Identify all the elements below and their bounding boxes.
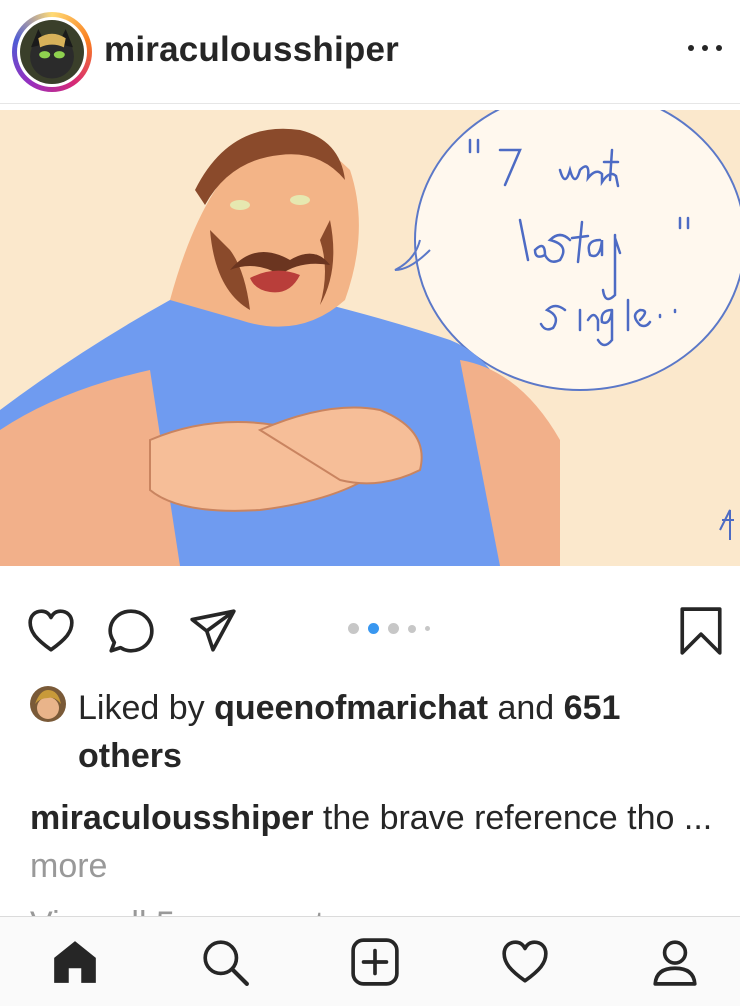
carousel-dot	[408, 624, 416, 633]
share-icon[interactable]	[188, 606, 238, 656]
add-post-icon[interactable]	[350, 937, 400, 987]
caption-username[interactable]: miraculousshiper	[30, 799, 313, 837]
post-username[interactable]: miraculousshiper	[104, 30, 399, 70]
profile-icon[interactable]	[650, 937, 700, 987]
carousel-dot-active	[368, 623, 379, 634]
more-icon[interactable]	[688, 38, 722, 58]
likes-count[interactable]: 651	[564, 689, 621, 727]
search-icon[interactable]	[200, 937, 250, 987]
likes-suffix[interactable]: others	[78, 737, 182, 775]
post-caption: miraculousshiper the brave reference tho…	[30, 794, 720, 890]
likes-prefix: Liked by	[78, 689, 215, 727]
carousel-indicator	[348, 623, 430, 634]
carousel-dot	[425, 626, 430, 631]
post-header: miraculousshiper	[0, 0, 740, 104]
bottom-tab-bar	[0, 916, 740, 1006]
bookmark-icon[interactable]	[676, 606, 726, 656]
likes-summary: Liked by queenofmarichat and 651 others	[30, 684, 720, 780]
comment-icon[interactable]	[106, 606, 156, 656]
caption-more-link[interactable]: more	[30, 847, 107, 885]
likes-middle: and	[488, 689, 564, 727]
post-actions	[0, 566, 740, 676]
heart-icon[interactable]	[26, 606, 76, 656]
carousel-dot	[388, 623, 399, 634]
post-image[interactable]	[0, 110, 740, 566]
caption-text: the brave reference tho ...	[313, 799, 713, 837]
user-avatar[interactable]	[12, 12, 92, 92]
activity-heart-icon[interactable]	[500, 937, 550, 987]
view-comments-link[interactable]: View all 5 comments	[30, 900, 341, 916]
home-icon[interactable]	[50, 937, 100, 987]
avatar-image	[20, 20, 84, 84]
post-illustration	[0, 110, 740, 566]
liker-username[interactable]: queenofmarichat	[214, 689, 488, 727]
carousel-dot	[348, 623, 359, 634]
liker-avatar[interactable]	[30, 686, 66, 722]
